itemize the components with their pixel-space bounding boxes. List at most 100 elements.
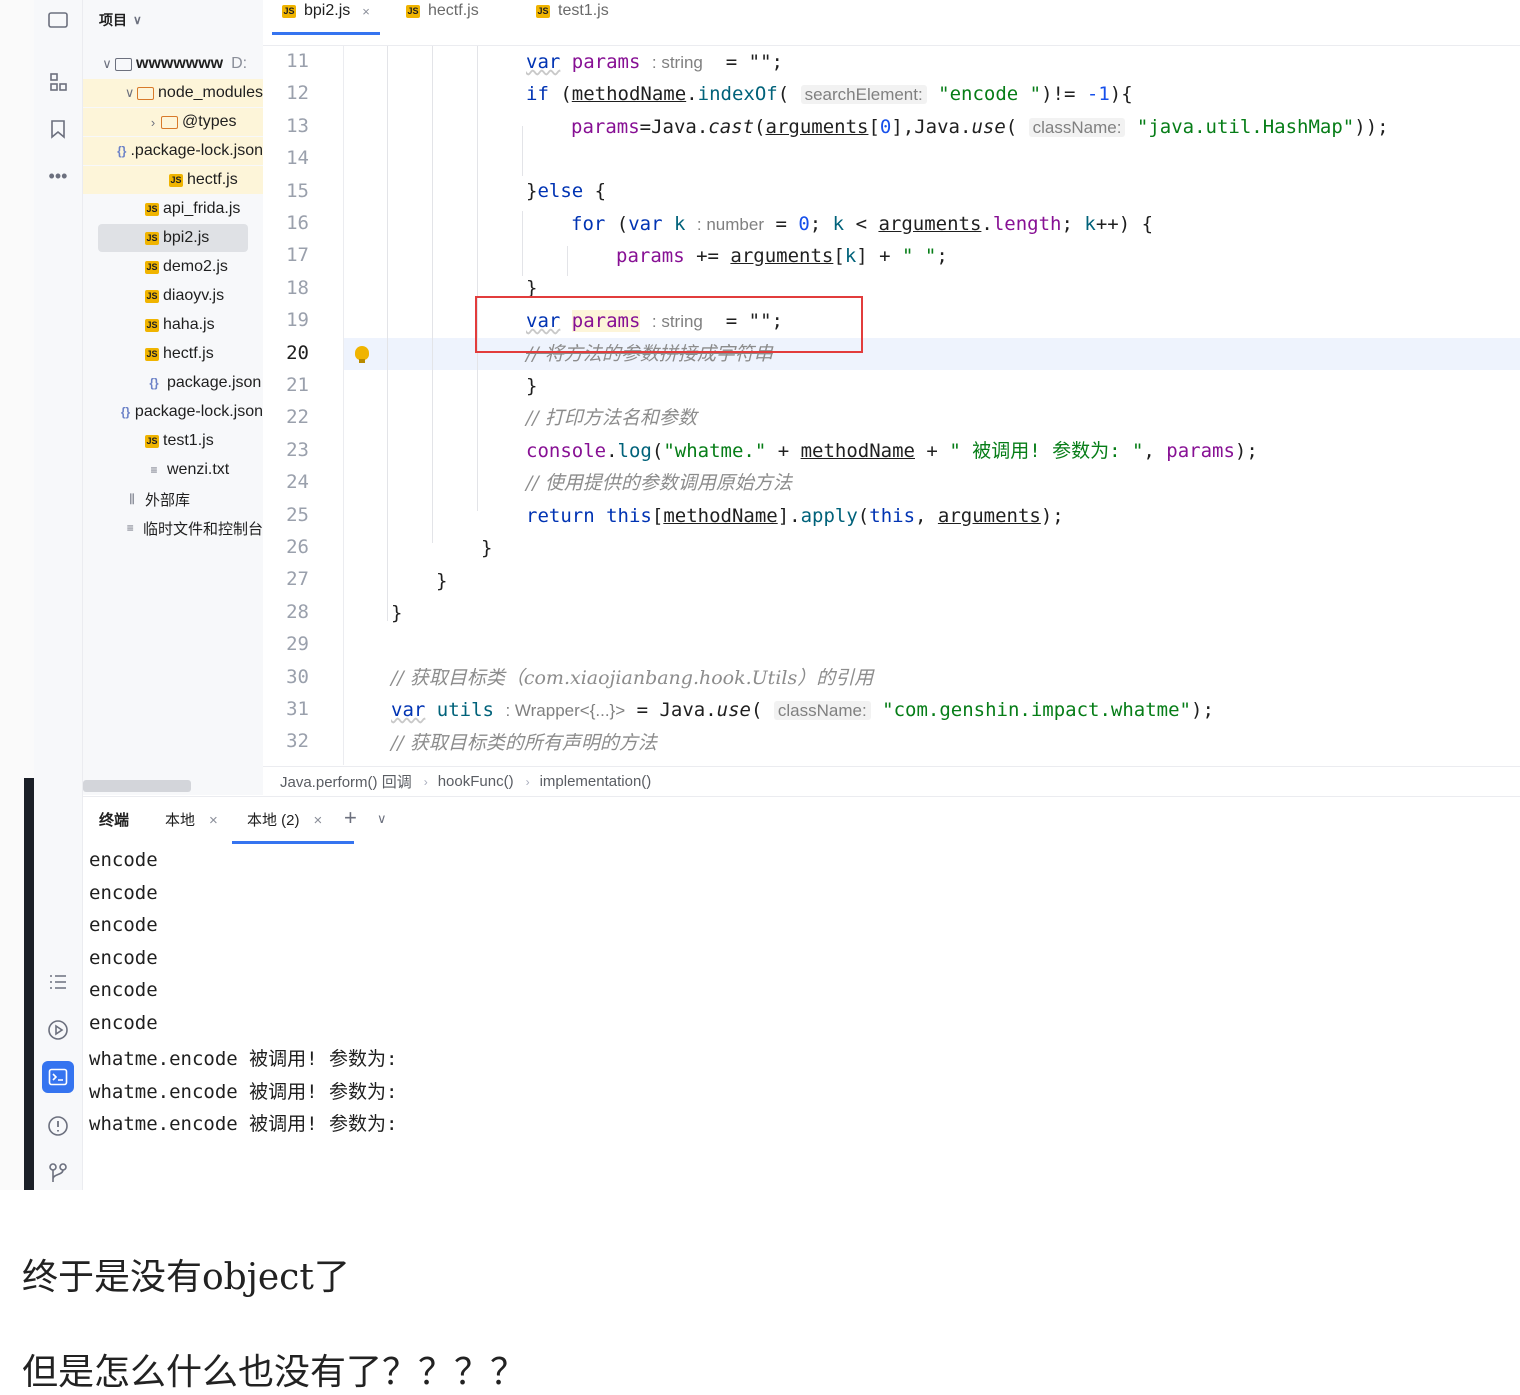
close-tab-icon[interactable]: × (314, 812, 323, 829)
tree-item[interactable]: {} .package-lock.json (83, 137, 263, 165)
tree-item[interactable]: ≡ wenzi.txt (83, 456, 263, 484)
terminal-line: encode (89, 946, 158, 969)
terminal-output[interactable]: encode encode encode encode encode encode what… (83, 845, 1520, 1190)
project-tool-icon[interactable] (42, 4, 74, 36)
code-editor[interactable]: var params : string = ""; if (methodName… (344, 46, 1520, 765)
line-number: 22 (286, 406, 309, 429)
run-services-icon[interactable] (42, 1014, 74, 1046)
chevron-down-icon[interactable]: ∨ (377, 811, 387, 827)
problems-icon[interactable] (42, 1110, 74, 1142)
close-tab-icon[interactable]: × (362, 4, 370, 19)
js-icon: JS (145, 231, 159, 245)
tab-label: 本地 (165, 812, 196, 829)
close-tab-icon[interactable]: × (209, 812, 218, 829)
tree-item-label: node_modules (158, 84, 263, 101)
terminal-tab-bar: 终端 本地 × 本地 (2) × + ∨ (83, 796, 1520, 845)
terminal-line: encode (89, 979, 158, 1001)
tab-local[interactable]: 本地 × (165, 809, 218, 830)
tree-item-label: api_frida.js (163, 200, 241, 217)
caption-line-1: 终于是没有object了 (22, 1257, 350, 1298)
folder-icon (161, 115, 178, 129)
structure-icon[interactable] (42, 66, 74, 98)
tree-item[interactable]: JS api_frida.js (83, 195, 263, 223)
code-line-24: // 使用提供的参数调用原始方法 (526, 472, 792, 494)
line-number: 19 (286, 309, 309, 332)
line-number: 21 (286, 374, 309, 396)
tree-item-label: .package-lock.json (130, 142, 263, 159)
terminal-line: whatme.encode 被调用! 参数为: (89, 1113, 398, 1135)
breadcrumb-item[interactable]: Java.perform() 回调 (280, 771, 412, 792)
tree-item[interactable]: › @types (83, 108, 263, 136)
line-number: 24 (286, 471, 309, 494)
left-window-edge (0, 0, 34, 1190)
tree-item[interactable]: {} package.json (83, 369, 263, 397)
project-horizontal-scrollbar[interactable] (83, 780, 191, 792)
bookmark-icon[interactable] (42, 113, 74, 145)
tree-item-label: haha.js (163, 316, 215, 333)
lightbulb-icon[interactable] (355, 346, 369, 360)
tree-item[interactable]: ∨ wwwwwww D: (83, 50, 263, 78)
line-number: 20 (286, 341, 309, 364)
breadcrumb: Java.perform() 回调 › hookFunc() › impleme… (263, 766, 1520, 796)
code-line-11: var params : string = ""; (526, 51, 783, 73)
code-line-30: // 获取目标类（com.xiaojianbang.hook.Utils）的引用 (391, 667, 874, 689)
line-number: 31 (286, 698, 309, 720)
code-line-27: } (436, 570, 448, 592)
more-tools-icon[interactable]: ••• (42, 160, 74, 192)
tree-item-label: package.json (167, 374, 262, 391)
js-icon: JS (145, 260, 159, 274)
js-icon: JS (145, 347, 159, 361)
tree-item[interactable]: ⫼ 外部库 (83, 485, 263, 513)
tree-item-label: wwwwwww (136, 55, 224, 72)
tree-item[interactable]: JS bpi2.js (98, 224, 248, 252)
tab-label: 本地 (2) (247, 812, 300, 829)
folder-icon (115, 57, 132, 71)
line-number: 17 (286, 244, 309, 267)
breadcrumb-item[interactable]: hookFunc() (438, 773, 514, 790)
line-number: 13 (286, 114, 309, 137)
js-file-icon: JS (406, 4, 420, 18)
chevron-down-icon[interactable]: ∨ (99, 56, 115, 72)
terminal-icon[interactable] (42, 1061, 74, 1093)
new-terminal-icon[interactable]: + (344, 805, 357, 831)
breadcrumb-item[interactable]: implementation() (540, 773, 652, 790)
tree-item[interactable]: ≡ 临时文件和控制台 (83, 514, 263, 542)
tree-item-label: test1.js (163, 432, 214, 449)
tree-item[interactable]: JS hectf.js (83, 166, 263, 194)
tree-item[interactable]: ∨ node_modules (83, 79, 263, 107)
tab-hectf-js[interactable]: JS hectf.js (406, 0, 479, 28)
caption-line-2: 但是怎么什么也没有了？？？？ (22, 1352, 527, 1393)
js-file-icon: JS (536, 4, 550, 18)
tree-item-label: hectf.js (163, 345, 214, 362)
git-icon[interactable] (42, 1157, 74, 1189)
tree-item[interactable]: JS demo2.js (83, 253, 263, 281)
tab-label: bpi2.js (304, 2, 351, 19)
tab-bpi2-js[interactable]: JS bpi2.js × (272, 0, 380, 35)
code-line-12: if (methodName.indexOf( searchElement: "… (526, 83, 1133, 105)
chevron-right-icon: › (423, 774, 428, 789)
code-line-26: } (481, 537, 493, 559)
chevron-down-icon[interactable]: ∨ (122, 85, 138, 101)
tree-item[interactable]: JS haha.js (83, 311, 263, 339)
code-line-28: } (391, 602, 403, 624)
tree-item-label: demo2.js (163, 258, 228, 275)
chevron-right-icon[interactable]: › (145, 115, 161, 130)
js-icon: JS (169, 173, 183, 187)
text-file-icon: ≡ (150, 463, 158, 477)
indent-guide (477, 46, 478, 511)
todo-list-icon[interactable] (42, 966, 74, 998)
line-number: 30 (286, 665, 309, 688)
indent-guide (387, 46, 388, 621)
tab-local-2[interactable]: 本地 (2) × (231, 809, 355, 844)
tree-item[interactable]: JS test1.js (83, 427, 263, 455)
tab-test1-js[interactable]: JS test1.js (536, 0, 609, 28)
code-line-23: console.log("whatme." + methodName + " 被… (526, 440, 1258, 462)
tree-item[interactable]: {} package-lock.json (83, 398, 263, 426)
code-line-31: var utils : Wrapper<{...}> = Java.use( c… (391, 699, 1214, 721)
tree-item[interactable]: JS diaoyv.js (83, 282, 263, 310)
code-line-21: } (526, 375, 538, 397)
indent-guide (567, 246, 568, 276)
tree-item-label: 临时文件和控制台 (142, 519, 263, 538)
tree-item[interactable]: JS hectf.js (83, 340, 263, 368)
line-number: 23 (286, 438, 309, 461)
